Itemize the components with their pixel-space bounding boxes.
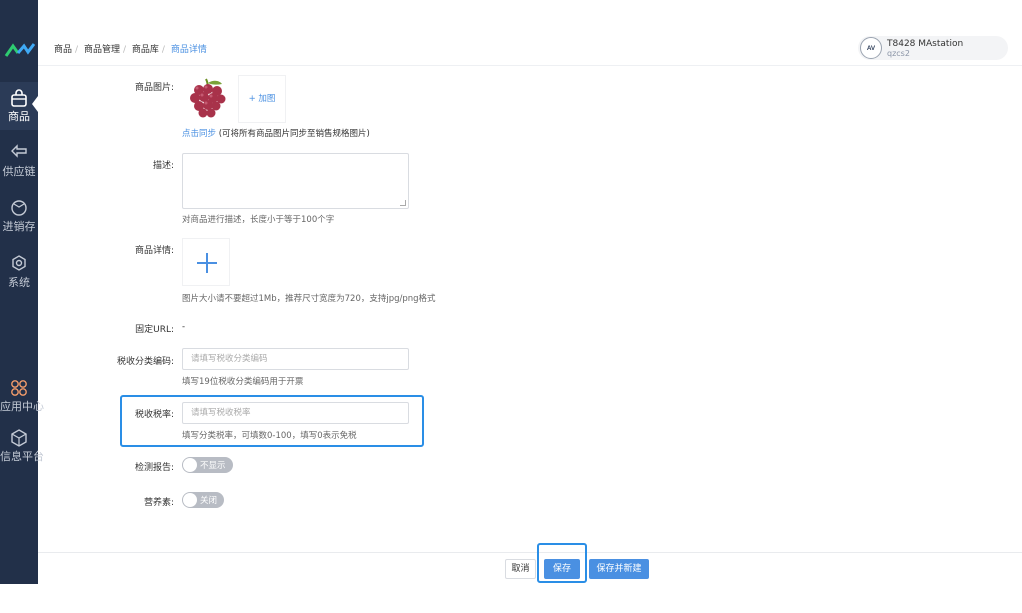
sidebar-item-info-platform[interactable]: 信息平台 [0, 428, 44, 463]
avatar-logo-icon: AV [867, 45, 876, 52]
save-and-new-button[interactable]: 保存并新建 [589, 559, 649, 579]
description-hint: 对商品进行描述，长度小于等于100个字 [182, 215, 335, 225]
tax-rate-input[interactable] [182, 402, 409, 424]
sync-link[interactable]: 点击同步 [182, 129, 216, 139]
report-label: 检测报告: [134, 463, 174, 473]
topbar: 商品 / 商品管理 / 商品库 / 商品详情 AV T8428 MAstation q… [38, 28, 1022, 66]
sidebar-item-label: 系统 [8, 276, 30, 289]
breadcrumb-item[interactable]: 商品库 [132, 45, 159, 55]
breadcrumb-item[interactable]: 商品 [54, 45, 72, 55]
add-image-button[interactable]: + 加图 [238, 75, 286, 123]
image-label: 商品图片: [134, 83, 174, 93]
save-button[interactable]: 保存 [544, 559, 580, 579]
breadcrumb: 商品 / 商品管理 / 商品库 / 商品详情 [54, 45, 207, 55]
url-label: 固定URL: [135, 325, 174, 335]
svg-text:AV: AV [867, 45, 876, 52]
avatar: AV [860, 37, 882, 59]
nutrition-label: 营养素: [143, 498, 174, 508]
report-toggle[interactable]: 不显示 [182, 457, 233, 473]
toggle-label: 不显示 [200, 461, 226, 471]
sidebar-item-app-center[interactable]: 应用中心 [0, 378, 44, 413]
sidebar-item-inventory[interactable]: 进销存 [0, 198, 38, 233]
user-account: qzcs2 [887, 49, 910, 58]
nutrition-toggle[interactable]: 关闭 [182, 492, 224, 508]
apps-icon [11, 380, 27, 396]
product-thumbnail[interactable] [184, 75, 231, 122]
breadcrumb-item[interactable]: 商品管理 [84, 45, 120, 55]
toggle-label: 关闭 [200, 496, 218, 506]
sidebar-item-label: 供应链 [2, 165, 36, 178]
cube-icon [11, 200, 27, 216]
sidebar-item-label: 进销存 [2, 220, 36, 233]
bag-icon [11, 89, 27, 107]
tax-rate-hint: 填写分类税率，可填数0-100，填写0表示免税 [182, 431, 357, 441]
tax-code-label: 税收分类编码: [116, 357, 174, 367]
sidebar: 商品 供应链 进销存 系统 应用中心 信息平台 [0, 0, 44, 584]
gear-icon [12, 255, 26, 271]
sidebar-item-supply-chain[interactable]: 供应链 [0, 143, 38, 178]
cancel-button[interactable]: 取消 [505, 559, 536, 579]
breadcrumb-current: 商品详情 [170, 45, 207, 55]
tax-code-hint: 填写19位税收分类编码用于开票 [182, 377, 304, 387]
sidebar-item-goods[interactable]: 商品 [0, 88, 38, 123]
sync-hint: 点击同步 (可将所有商品图片同步至销售规格图片) [182, 127, 370, 139]
description-textarea[interactable] [182, 153, 409, 209]
exchange-icon [11, 144, 27, 158]
box-icon [11, 429, 27, 447]
sidebar-item-label: 信息平台 [0, 450, 44, 463]
url-value: - [182, 322, 186, 332]
add-detail-image-button[interactable] [182, 238, 230, 286]
bottom-strip [0, 584, 1022, 613]
sidebar-item-system[interactable]: 系统 [0, 254, 38, 289]
tax-code-input[interactable] [182, 348, 409, 370]
sidebar-item-label: 商品 [8, 110, 30, 123]
toggle-knob [183, 458, 197, 472]
tax-rate-label: 税收税率: [134, 410, 174, 420]
user-menu[interactable]: AV T8428 MAstation qzcs2 [858, 36, 1008, 60]
toggle-knob [183, 493, 197, 507]
detail-hint: 图片大小请不要超过1Mb，推荐尺寸宽度为720，支持jpg/png格式 [182, 294, 436, 304]
description-label: 描述: [152, 161, 174, 171]
sync-hint-text: (可将所有商品图片同步至销售规格图片) [216, 129, 370, 139]
detail-label: 商品详情: [134, 246, 174, 256]
resize-handle-icon[interactable] [400, 200, 406, 206]
user-name: T8428 MAstation [887, 39, 964, 49]
logo-icon [4, 43, 36, 57]
sidebar-item-label: 应用中心 [0, 400, 44, 413]
